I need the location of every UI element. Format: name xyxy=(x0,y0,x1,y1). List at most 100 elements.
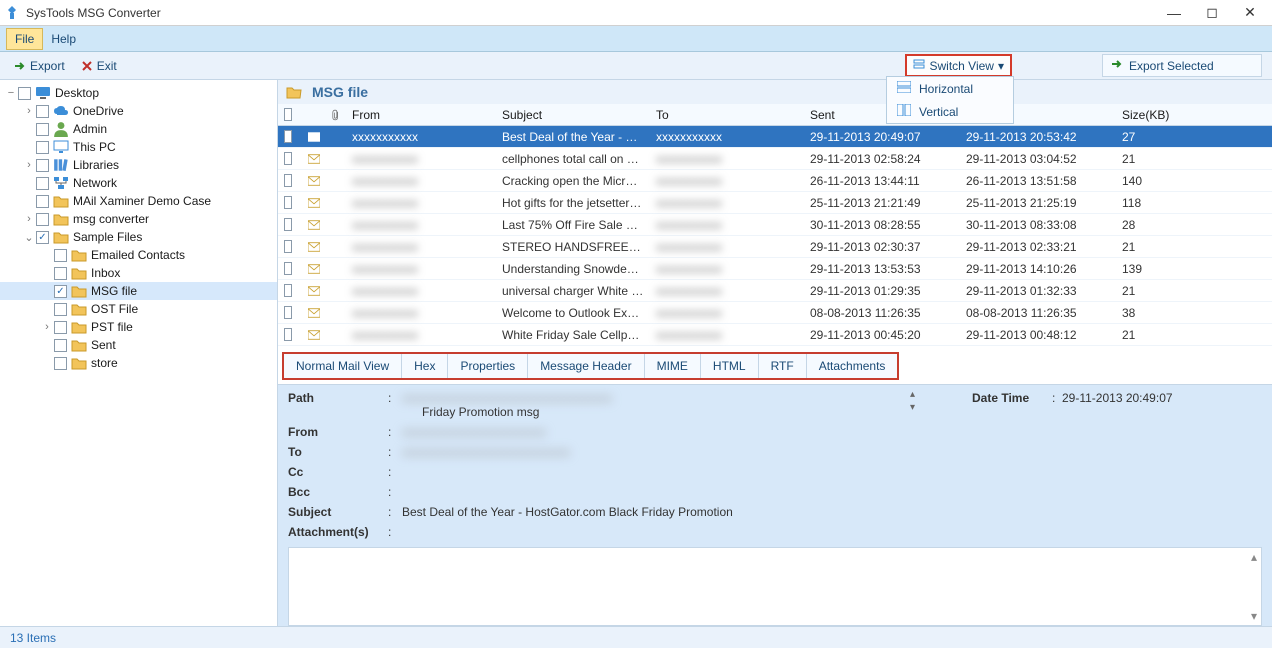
tree-item[interactable]: › msg converter xyxy=(0,210,277,228)
tree-checkbox[interactable] xyxy=(54,339,67,352)
close-button[interactable]: ✕ xyxy=(1232,3,1268,23)
row-checkbox[interactable] xyxy=(284,262,292,275)
cell-received: 08-08-2013 11:26:35 xyxy=(960,306,1116,320)
tree-item[interactable]: −Desktop xyxy=(0,84,277,102)
tab-message-header[interactable]: Message Header xyxy=(528,354,644,378)
tree-item[interactable]: ›OneDrive xyxy=(0,102,277,120)
row-checkbox[interactable] xyxy=(284,130,292,143)
row-checkbox[interactable] xyxy=(284,218,292,231)
tab-html[interactable]: HTML xyxy=(701,354,759,378)
folder-tree[interactable]: −Desktop›OneDriveAdmin This PC ›LibrariesN… xyxy=(0,80,278,626)
tree-checkbox[interactable] xyxy=(54,357,67,370)
mail-icon xyxy=(302,264,326,274)
export-button[interactable]: Export xyxy=(6,57,73,75)
col-from[interactable]: From xyxy=(346,108,496,122)
tree-item[interactable]: store xyxy=(0,354,277,372)
tree-item[interactable]: MSG file xyxy=(0,282,277,300)
table-row[interactable]: xxxxxxxxxxxHot gifts for the jetsetter o… xyxy=(278,192,1272,214)
tree-item[interactable]: Network xyxy=(0,174,277,192)
table-row[interactable]: xxxxxxxxxxxUnderstanding Snowden's..xxxx… xyxy=(278,258,1272,280)
row-checkbox[interactable] xyxy=(284,328,292,341)
tree-checkbox[interactable] xyxy=(36,195,49,208)
table-row[interactable]: xxxxxxxxxxxuniversal charger White Fri..… xyxy=(278,280,1272,302)
tree-item[interactable]: OST File xyxy=(0,300,277,318)
tree-item[interactable]: Inbox xyxy=(0,264,277,282)
tree-checkbox[interactable] xyxy=(36,105,49,118)
tree-checkbox[interactable] xyxy=(36,177,49,190)
row-checkbox[interactable] xyxy=(284,284,292,297)
col-size[interactable]: Size(KB) xyxy=(1116,108,1236,122)
tree-twisty-icon[interactable]: › xyxy=(22,105,36,117)
tree-checkbox[interactable] xyxy=(54,303,67,316)
export-selected-button[interactable]: Export Selected xyxy=(1102,54,1262,77)
col-to[interactable]: To xyxy=(650,108,804,122)
cell-sent: 29-11-2013 13:53:53 xyxy=(804,262,960,276)
body-scrollbar[interactable]: ▴▾ xyxy=(1247,550,1261,623)
tree-checkbox[interactable] xyxy=(18,87,31,100)
tree-twisty-icon[interactable]: › xyxy=(22,213,36,225)
tree-checkbox[interactable] xyxy=(36,123,49,136)
maximize-button[interactable]: ◻ xyxy=(1194,3,1230,23)
tree-item[interactable]: Admin xyxy=(0,120,277,138)
tab-normal-mail-view[interactable]: Normal Mail View xyxy=(284,354,402,378)
tree-twisty-icon[interactable]: − xyxy=(4,87,18,99)
switch-view-button[interactable]: Switch View ▾ xyxy=(905,54,1012,77)
tree-item[interactable]: MAil Xaminer Demo Case xyxy=(0,192,277,210)
tab-mime[interactable]: MIME xyxy=(645,354,701,378)
tree-twisty-icon[interactable]: › xyxy=(40,321,54,333)
tab-rtf[interactable]: RTF xyxy=(759,354,807,378)
switch-view-horizontal[interactable]: Horizontal xyxy=(887,77,1013,100)
row-checkbox[interactable] xyxy=(284,306,292,319)
tree-checkbox[interactable] xyxy=(54,285,67,298)
message-body-area[interactable]: ▴▾ xyxy=(288,547,1262,626)
detail-subject-label: Subject xyxy=(288,505,388,519)
menu-file[interactable]: File xyxy=(6,28,43,50)
tree-checkbox[interactable] xyxy=(54,249,67,262)
table-row[interactable]: xxxxxxxxxxxWhite Friday Sale Cellphon..x… xyxy=(278,324,1272,346)
row-checkbox[interactable] xyxy=(284,196,292,209)
tree-checkbox[interactable] xyxy=(54,267,67,280)
select-all-checkbox[interactable] xyxy=(284,108,292,121)
tree-checkbox[interactable] xyxy=(36,141,49,154)
cell-received: 29-11-2013 02:33:21 xyxy=(960,240,1116,254)
tab-attachments[interactable]: Attachments xyxy=(807,354,898,378)
cell-sent: 08-08-2013 11:26:35 xyxy=(804,306,960,320)
attachment-column-icon[interactable] xyxy=(326,108,346,122)
tree-item[interactable]: ›PST file xyxy=(0,318,277,336)
cell-size: 21 xyxy=(1116,152,1236,166)
col-subject[interactable]: Subject xyxy=(496,108,650,122)
cell-to: xxxxxxxxxxx xyxy=(650,284,804,298)
table-row[interactable]: xxxxxxxxxxxSTEREO HANDSFREE WHIT..xxxxxx… xyxy=(278,236,1272,258)
table-row[interactable]: xxxxxxxxxxxCracking open the Microso..xx… xyxy=(278,170,1272,192)
tree-checkbox[interactable] xyxy=(36,231,49,244)
row-checkbox[interactable] xyxy=(284,240,292,253)
tree-item[interactable]: ›Libraries xyxy=(0,156,277,174)
tree-item-label: msg converter xyxy=(73,212,149,226)
tree-checkbox[interactable] xyxy=(54,321,67,334)
switch-view-vertical[interactable]: Vertical xyxy=(887,100,1013,123)
table-row[interactable]: xxxxxxxxxxxBest Deal of the Year - Host.… xyxy=(278,126,1272,148)
tree-twisty-icon[interactable]: › xyxy=(22,159,36,171)
tree-item[interactable]: Sent xyxy=(0,336,277,354)
row-checkbox[interactable] xyxy=(284,152,292,165)
tree-item[interactable]: Emailed Contacts xyxy=(0,246,277,264)
tree-twisty-icon[interactable]: ⌄ xyxy=(22,231,36,244)
row-checkbox[interactable] xyxy=(284,174,292,187)
tab-hex[interactable]: Hex xyxy=(402,354,448,378)
cell-from: xxxxxxxxxxx xyxy=(346,130,496,144)
tree-item-label: This PC xyxy=(73,140,116,154)
exit-button[interactable]: Exit xyxy=(73,57,125,75)
menu-help[interactable]: Help xyxy=(43,29,84,49)
cell-to: xxxxxxxxxxx xyxy=(650,240,804,254)
detail-scroll[interactable]: ▴▾ xyxy=(910,389,924,413)
tree-checkbox[interactable] xyxy=(36,159,49,172)
tree-item[interactable]: ⌄Sample Files xyxy=(0,228,277,246)
cell-to: xxxxxxxxxxx xyxy=(650,196,804,210)
tab-properties[interactable]: Properties xyxy=(448,354,528,378)
table-row[interactable]: xxxxxxxxxxxLast 75% Off Fire Sale of th.… xyxy=(278,214,1272,236)
tree-checkbox[interactable] xyxy=(36,213,49,226)
tree-item[interactable]: This PC xyxy=(0,138,277,156)
table-row[interactable]: xxxxxxxxxxxcellphones total call on sale… xyxy=(278,148,1272,170)
minimize-button[interactable]: — xyxy=(1156,3,1192,23)
table-row[interactable]: xxxxxxxxxxxWelcome to Outlook Expre..xxx… xyxy=(278,302,1272,324)
